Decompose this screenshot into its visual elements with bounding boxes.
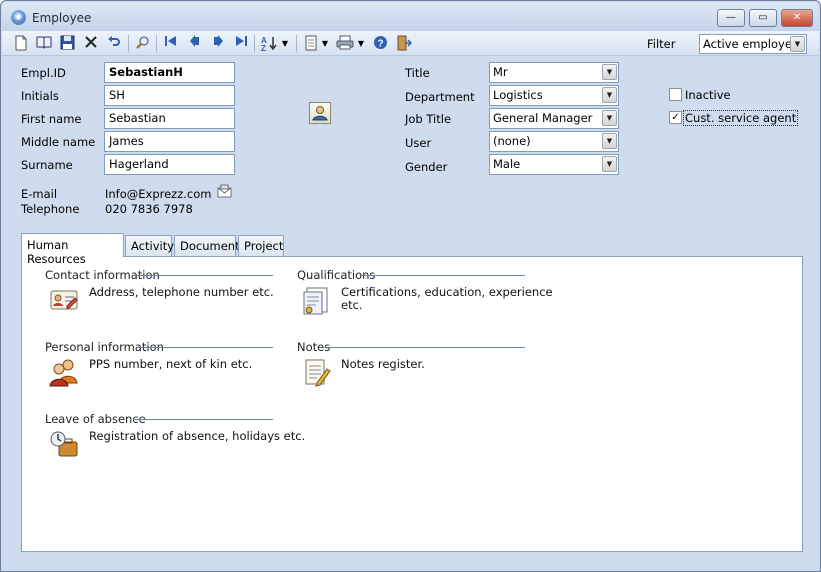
people-icon[interactable] bbox=[49, 357, 81, 387]
chevron-down-icon[interactable]: ▼ bbox=[602, 110, 617, 126]
qualifications-description-line2: etc. bbox=[341, 298, 363, 312]
filter-select[interactable]: Active employees ▼ bbox=[699, 34, 807, 54]
email-label: E-mail bbox=[21, 187, 58, 201]
next-record-icon[interactable] bbox=[209, 35, 226, 52]
last-record-icon[interactable] bbox=[232, 35, 249, 52]
close-window-button[interactable]: ✕ bbox=[781, 9, 813, 27]
middle-name-field[interactable]: James bbox=[104, 131, 235, 152]
empl-id-label: Empl.ID bbox=[21, 66, 66, 80]
middle-name-label: Middle name bbox=[21, 135, 96, 149]
leave-of-absence-heading[interactable]: Leave of absence bbox=[45, 412, 146, 426]
title-label: Title bbox=[405, 66, 430, 80]
employee-photo-button[interactable] bbox=[309, 102, 331, 124]
report-dropdown-icon[interactable]: ▼ bbox=[320, 35, 330, 52]
save-icon[interactable] bbox=[59, 35, 76, 52]
job-title-select[interactable]: General Manager ▼ bbox=[489, 108, 619, 129]
department-label: Department bbox=[405, 90, 475, 104]
user-select-value: (none) bbox=[493, 134, 531, 148]
notepad-icon[interactable] bbox=[303, 357, 335, 387]
print-dropdown-icon[interactable]: ▼ bbox=[356, 35, 366, 52]
chevron-down-icon[interactable]: ▼ bbox=[602, 64, 617, 80]
qualifications-description-line1: Certifications, education, experience bbox=[341, 285, 553, 299]
print-icon[interactable] bbox=[335, 35, 355, 52]
certificate-icon[interactable] bbox=[301, 286, 333, 316]
search-icon[interactable] bbox=[134, 35, 151, 52]
initials-label: Initials bbox=[21, 89, 59, 103]
title-select-value: Mr bbox=[493, 65, 508, 79]
chevron-down-icon[interactable]: ▼ bbox=[790, 36, 805, 52]
minimize-button[interactable]: — bbox=[717, 9, 745, 27]
toolbar-separator bbox=[254, 35, 255, 52]
tab-activity[interactable]: Activity bbox=[125, 235, 174, 257]
email-value[interactable]: Info@Exprezz.com bbox=[105, 187, 211, 201]
toolbar-separator bbox=[128, 35, 129, 52]
department-select[interactable]: Logistics ▼ bbox=[489, 85, 619, 106]
toolbar-separator bbox=[296, 35, 297, 52]
inactive-checkbox[interactable] bbox=[669, 88, 682, 101]
contact-card-icon[interactable] bbox=[49, 287, 81, 317]
leave-of-absence-description: Registration of absence, holidays etc. bbox=[89, 429, 306, 443]
app-icon: ◉ bbox=[11, 10, 26, 25]
telephone-label: Telephone bbox=[21, 202, 80, 216]
tab-document[interactable]: Document bbox=[174, 235, 240, 257]
user-label: User bbox=[405, 136, 432, 150]
filter-label: Filter bbox=[647, 37, 676, 51]
inactive-label: Inactive bbox=[685, 88, 731, 102]
undo-icon[interactable] bbox=[105, 35, 122, 52]
chevron-down-icon[interactable]: ▼ bbox=[602, 87, 617, 103]
gender-select-value: Male bbox=[493, 157, 521, 171]
email-send-icon[interactable] bbox=[216, 184, 233, 202]
report-icon[interactable] bbox=[302, 35, 319, 52]
user-select[interactable]: (none) ▼ bbox=[489, 131, 619, 152]
help-icon[interactable]: ? bbox=[372, 35, 389, 52]
department-select-value: Logistics bbox=[493, 88, 543, 102]
notes-description: Notes register. bbox=[341, 357, 425, 371]
chevron-down-icon[interactable]: ▼ bbox=[602, 133, 617, 149]
cust-service-agent-label: Cust. service agent bbox=[683, 110, 799, 126]
first-record-icon[interactable] bbox=[162, 35, 179, 52]
window-title: Employee bbox=[32, 11, 92, 25]
svg-text:?: ? bbox=[378, 39, 384, 50]
section-divider bbox=[361, 275, 525, 276]
section-divider bbox=[133, 419, 273, 420]
new-document-icon[interactable] bbox=[12, 35, 29, 52]
section-divider bbox=[327, 347, 525, 348]
first-name-field[interactable]: Sebastian bbox=[104, 108, 235, 129]
tab-project[interactable]: Project bbox=[238, 235, 284, 257]
person-photo-icon bbox=[312, 106, 328, 121]
cust-service-agent-checkbox[interactable]: ✓ bbox=[669, 111, 682, 124]
exit-door-icon[interactable] bbox=[395, 35, 412, 52]
section-divider bbox=[140, 347, 273, 348]
initials-field[interactable]: SH bbox=[104, 85, 235, 106]
tab-human-resources[interactable]: Human Resources bbox=[21, 233, 124, 266]
previous-record-icon[interactable] bbox=[186, 35, 203, 52]
sort-icon[interactable]: AZ bbox=[260, 35, 280, 53]
toolbar: AZ ▼ ▼ ▼ ? Filter Active employees ▼ bbox=[2, 31, 819, 56]
title-select[interactable]: Mr ▼ bbox=[489, 62, 619, 83]
maximize-button[interactable]: ▭ bbox=[749, 9, 777, 27]
first-name-label: First name bbox=[21, 112, 82, 126]
clock-suitcase-icon[interactable] bbox=[49, 429, 81, 459]
job-title-label: Job Title bbox=[405, 112, 452, 126]
telephone-value: 020 7836 7978 bbox=[105, 202, 193, 216]
toolbar-separator bbox=[156, 35, 157, 52]
surname-label: Surname bbox=[21, 158, 73, 172]
personal-information-description: PPS number, next of kin etc. bbox=[89, 357, 253, 371]
svg-text:Z: Z bbox=[261, 44, 266, 51]
job-title-select-value: General Manager bbox=[493, 111, 593, 125]
gender-label: Gender bbox=[405, 160, 448, 174]
section-divider bbox=[137, 275, 273, 276]
delete-icon[interactable] bbox=[82, 35, 99, 52]
contact-information-description: Address, telephone number etc. bbox=[89, 285, 274, 299]
open-book-icon[interactable] bbox=[35, 35, 52, 52]
empl-id-field[interactable]: SebastianH bbox=[104, 62, 235, 83]
surname-field[interactable]: Hagerland bbox=[104, 154, 235, 175]
employee-window: ◉ Employee — ▭ ✕ A Z ▼ ▼ ▼ ? Filter Acti… bbox=[0, 0, 821, 572]
sort-dropdown-icon[interactable]: ▼ bbox=[280, 35, 290, 52]
notes-heading[interactable]: Notes bbox=[297, 340, 330, 354]
gender-select[interactable]: Male ▼ bbox=[489, 154, 619, 175]
chevron-down-icon[interactable]: ▼ bbox=[602, 156, 617, 172]
title-bar: ◉ Employee — ▭ ✕ bbox=[2, 2, 819, 31]
human-resources-panel: Contact information Address, telephone n… bbox=[21, 256, 803, 552]
